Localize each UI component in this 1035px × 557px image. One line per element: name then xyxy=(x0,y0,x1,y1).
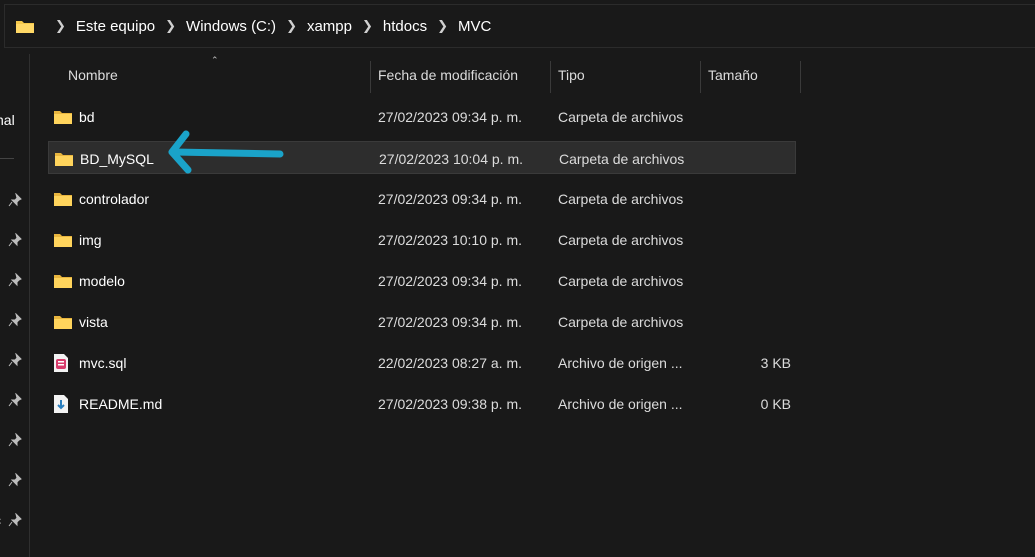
file-type: Archivo de origen ... xyxy=(558,395,683,412)
folder-icon xyxy=(53,182,73,215)
column-header-size[interactable]: Tamaño xyxy=(708,57,758,93)
folder-icon xyxy=(53,223,73,256)
file-name: bd xyxy=(79,108,95,125)
breadcrumb-item-xampp[interactable]: xampp xyxy=(307,18,352,35)
pin-icon[interactable] xyxy=(8,273,22,287)
chevron-right-icon[interactable]: ❯ xyxy=(165,18,176,34)
sidebar-divider xyxy=(0,158,14,159)
file-type: Carpeta de archivos xyxy=(559,150,685,167)
sidebar-item-label[interactable]: nal xyxy=(0,112,15,128)
column-header-name[interactable]: Nombre xyxy=(68,57,118,93)
file-name: img xyxy=(79,231,102,248)
column-header-row: ⌃ Nombre Fecha de modificación Tipo Tama… xyxy=(48,55,808,93)
file-name: controlador xyxy=(79,190,150,207)
breadcrumb-item-windows-c[interactable]: Windows (C:) xyxy=(186,18,276,35)
file-size xyxy=(708,223,791,256)
folder-icon xyxy=(53,100,73,133)
file-type: Carpeta de archivos xyxy=(558,272,684,289)
file-name: README.md xyxy=(79,395,163,412)
sort-ascending-icon: ⌃ xyxy=(211,55,219,65)
list-item[interactable]: vista 27/02/2023 09:34 p. m. Carpeta de … xyxy=(48,305,796,338)
sql-file-icon xyxy=(53,346,73,379)
list-item[interactable]: controlador 27/02/2023 09:34 p. m. Carpe… xyxy=(48,182,796,215)
column-divider[interactable] xyxy=(550,61,551,93)
file-size: 3 KB xyxy=(760,354,791,371)
pin-icon[interactable] xyxy=(8,473,22,487)
file-name: BD_MySQL xyxy=(80,150,154,167)
file-size xyxy=(709,142,792,175)
pin-icon[interactable] xyxy=(8,233,22,247)
chevron-right-icon: ❯ xyxy=(55,18,66,33)
column-divider[interactable] xyxy=(700,61,701,93)
file-date: 27/02/2023 09:38 p. m. xyxy=(378,395,522,412)
breadcrumb-item-mvc[interactable]: MVC xyxy=(458,18,491,35)
folder-icon xyxy=(16,21,34,33)
column-divider[interactable] xyxy=(370,61,371,93)
breadcrumb: ❯ Este equipo ❯ Windows (C:) ❯ xampp ❯ h… xyxy=(15,5,491,47)
file-date: 27/02/2023 10:10 p. m. xyxy=(378,231,522,248)
file-type: Carpeta de archivos xyxy=(558,190,684,207)
list-item[interactable]: modelo 27/02/2023 09:34 p. m. Carpeta de… xyxy=(48,264,796,297)
pin-icon[interactable] xyxy=(8,393,22,407)
file-date: 27/02/2023 09:34 p. m. xyxy=(378,313,522,330)
pin-icon[interactable] xyxy=(8,193,22,207)
file-date: 27/02/2023 09:34 p. m. xyxy=(378,108,522,125)
file-date: 27/02/2023 09:34 p. m. xyxy=(378,272,522,289)
folder-icon xyxy=(53,264,73,297)
file-type: Carpeta de archivos xyxy=(558,108,684,125)
pin-icon[interactable] xyxy=(8,433,22,447)
column-header-type[interactable]: Tipo xyxy=(558,57,585,93)
pin-icon[interactable] xyxy=(8,353,22,367)
file-name: mvc.sql xyxy=(79,354,127,371)
file-size: 0 KB xyxy=(760,395,791,412)
address-bar[interactable]: ❯ Este equipo ❯ Windows (C:) ❯ xampp ❯ h… xyxy=(4,4,1035,48)
file-size xyxy=(708,264,791,297)
column-divider[interactable] xyxy=(800,61,801,93)
folder-icon xyxy=(54,142,74,175)
breadcrumb-item-htdocs[interactable]: htdocs xyxy=(383,18,427,35)
folder-icon xyxy=(53,305,73,338)
column-header-date[interactable]: Fecha de modificación xyxy=(378,57,518,93)
chevron-right-icon[interactable]: ❯ xyxy=(362,18,373,34)
file-date: 27/02/2023 09:34 p. m. xyxy=(378,190,522,207)
list-item[interactable]: README.md 27/02/2023 09:38 p. m. Archivo… xyxy=(48,387,796,420)
file-size xyxy=(708,100,791,133)
pin-icon[interactable] xyxy=(8,513,22,527)
chevron-right-icon[interactable]: ❯ xyxy=(437,18,448,34)
file-date: 22/02/2023 08:27 a. m. xyxy=(378,354,522,371)
sidebar-item-label[interactable]: c xyxy=(0,512,1,528)
navigation-pane[interactable]: nal c xyxy=(0,54,30,557)
pin-icon[interactable] xyxy=(8,313,22,327)
chevron-right-icon[interactable]: ❯ xyxy=(286,18,297,34)
file-type: Carpeta de archivos xyxy=(558,231,684,248)
file-type: Archivo de origen ... xyxy=(558,354,683,371)
list-item[interactable]: mvc.sql 22/02/2023 08:27 a. m. Archivo d… xyxy=(48,346,796,379)
file-size xyxy=(708,305,791,338)
file-name: modelo xyxy=(79,272,125,289)
file-date: 27/02/2023 10:04 p. m. xyxy=(379,150,523,167)
breadcrumb-item-este-equipo[interactable]: Este equipo xyxy=(76,18,155,35)
list-item[interactable]: img 27/02/2023 10:10 p. m. Carpeta de ar… xyxy=(48,223,796,256)
markdown-file-icon xyxy=(53,387,73,420)
file-type: Carpeta de archivos xyxy=(558,313,684,330)
arrow-left-icon xyxy=(168,130,284,174)
file-name: vista xyxy=(79,313,108,330)
file-size xyxy=(708,182,791,215)
